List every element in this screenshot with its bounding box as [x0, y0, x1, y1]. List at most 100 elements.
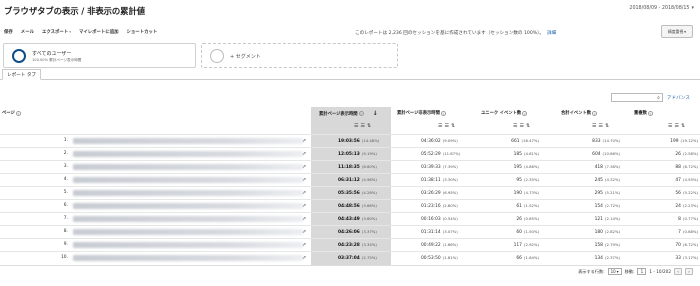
align-center-icon[interactable]: ☰: [360, 123, 364, 129]
align-center-icon[interactable]: ☰: [598, 123, 602, 129]
cell-hidden-time: 01:23:16 (2.80%): [421, 203, 458, 209]
pagination: 表示する行数: 10 ▾ 移動: 1 1 - 10/202 ‹ ›: [578, 268, 693, 275]
shortcut-button[interactable]: ショートカット: [127, 29, 158, 35]
cell-percent: (5.22%): [682, 190, 698, 195]
cell-percent: (2.82%): [604, 229, 620, 234]
col-header-m5[interactable]: 重複数?: [634, 110, 653, 116]
cell-percent: (4.73%): [523, 190, 539, 195]
col-header-page[interactable]: ページ?: [2, 110, 21, 116]
compare-icon[interactable]: ⇅: [451, 123, 455, 129]
page-path-redacted[interactable]: [73, 242, 303, 248]
row-index: 8.: [63, 229, 68, 234]
cell-percent: (9.19%): [361, 151, 377, 156]
add-to-dashboard-button[interactable]: マイレポートに追加: [79, 29, 119, 35]
compare-icon[interactable]: ⇅: [367, 123, 371, 129]
align-left-icon[interactable]: ☰: [354, 123, 358, 129]
compare-icon[interactable]: ⇅: [526, 123, 530, 129]
open-page-icon[interactable]: ⇗: [302, 242, 306, 248]
email-button[interactable]: メール: [21, 29, 34, 35]
open-page-icon[interactable]: ⇗: [302, 216, 306, 222]
page-path-redacted[interactable]: [73, 203, 303, 209]
cell-count: 33 (3.17%): [634, 255, 698, 261]
open-page-icon[interactable]: ⇗: [302, 190, 306, 196]
align-left-icon[interactable]: ☰: [513, 123, 517, 129]
chevron-down-icon: ▾: [69, 30, 71, 34]
table-row[interactable]: 2. ⇗ 12:05:13 (9.19%) 05:52:29 (11.87%) 185 (4.…: [0, 147, 700, 160]
search-input[interactable]: ⌕: [610, 93, 663, 102]
cell-total-events: 158 (2.79%): [561, 242, 620, 248]
table-row[interactable]: 1. ⇗ 19:03:56 (14.48%) 04:36:02 (9.09%) 661 (16…: [0, 134, 700, 147]
align-center-icon[interactable]: ☰: [444, 123, 448, 129]
cell-percent: (1.50%): [523, 229, 539, 234]
table-row[interactable]: 4. ⇗ 06:31:12 (4.96%) 01:38:11 (3.30%) 95 (2.35…: [0, 173, 700, 186]
page-path-redacted[interactable]: [73, 164, 303, 170]
cell-hidden-time: 03:39:33 (7.39%): [421, 164, 458, 170]
open-page-icon[interactable]: ⇗: [302, 138, 306, 144]
cell-percent: (1.81%): [442, 255, 458, 260]
align-left-icon[interactable]: ☰: [592, 123, 596, 129]
save-button[interactable]: 保存: [4, 29, 13, 35]
page-path-redacted[interactable]: [73, 151, 303, 157]
col-header-m2[interactable]: 累計ページ非表示時間?: [397, 110, 446, 116]
help-icon[interactable]: ?: [15, 110, 21, 116]
page-path-redacted[interactable]: [73, 138, 303, 144]
compare-icon[interactable]: ⇅: [681, 123, 685, 129]
advanced-link[interactable]: アドバンス: [667, 95, 690, 101]
compare-icon[interactable]: ⇅: [605, 123, 609, 129]
help-icon[interactable]: ?: [522, 110, 528, 116]
table-row[interactable]: 6. ⇗ 04:48:56 (3.66%) 01:23:16 (2.80%) 61 (1.52…: [0, 199, 700, 212]
align-left-icon[interactable]: ☰: [668, 123, 672, 129]
col-header-m4[interactable]: 合計イベント数?: [561, 110, 598, 116]
page-path-redacted[interactable]: [73, 177, 303, 183]
cell-value: 26: [675, 152, 681, 157]
cell-percent: (7.38%): [604, 164, 620, 169]
cell-count: 8 (0.77%): [634, 216, 698, 222]
col-header-m4-label: 合計イベント数: [561, 111, 592, 116]
add-segment-button[interactable]: + セグメント: [201, 43, 398, 68]
cell-value: 01:38:11: [421, 178, 441, 183]
align-center-icon[interactable]: ☰: [519, 123, 523, 129]
align-center-icon[interactable]: ☰: [674, 123, 678, 129]
cell-total-events: 418 (7.38%): [561, 164, 620, 170]
open-page-icon[interactable]: ⇗: [302, 203, 306, 209]
cell-unique-events: 61 (1.52%): [481, 203, 539, 209]
table-row[interactable]: 5. ⇗ 05:35:56 (4.26%) 03:26:29 (6.95%) 190 (4.7…: [0, 186, 700, 199]
open-page-icon[interactable]: ⇗: [302, 255, 306, 261]
open-page-icon[interactable]: ⇗: [302, 229, 306, 235]
page-path-redacted[interactable]: [73, 216, 303, 222]
cell-value: 88: [675, 165, 681, 170]
open-page-icon[interactable]: ⇗: [302, 151, 306, 157]
sampling-dropdown[interactable]: 精度重視 ▾: [661, 25, 693, 38]
tab-report[interactable]: レポート タブ: [2, 69, 42, 80]
help-icon[interactable]: ?: [358, 111, 364, 116]
col-header-m1[interactable]: 累計ページ表示時間? ↓: [319, 110, 378, 117]
table-row[interactable]: 9. ⇗ 04:23:28 (3.34%) 00:49:22 (1.66%) 117 (2.9…: [0, 238, 700, 251]
col-header-m3[interactable]: ユニーク イベント数?: [481, 110, 528, 116]
search-icon[interactable]: ⌕: [657, 95, 660, 101]
page-path-redacted[interactable]: [73, 190, 303, 196]
table-row[interactable]: 7. ⇗ 04:43:49 (3.60%) 00:16:03 (0.54%) 26 (0.65…: [0, 212, 700, 225]
prev-page-button[interactable]: ‹: [674, 268, 682, 275]
sort-desc-icon[interactable]: ↓: [373, 110, 378, 117]
goto-page-input[interactable]: 1: [637, 268, 647, 275]
email-label: メール: [20, 30, 34, 35]
open-page-icon[interactable]: ⇗: [302, 177, 306, 183]
help-icon[interactable]: ?: [647, 110, 653, 116]
date-range-picker[interactable]: 2018/08/09 - 2018/08/15 ▾: [629, 5, 694, 11]
cell-percent: (2.37%): [604, 255, 620, 260]
rows-per-page-select[interactable]: 10 ▾: [607, 268, 622, 275]
help-icon[interactable]: ?: [440, 110, 446, 116]
segment-all-users[interactable]: すべてのユーザー 100.00% 累計ページ表示時間: [3, 43, 196, 68]
open-page-icon[interactable]: ⇗: [302, 164, 306, 170]
table-row[interactable]: 10. ⇗ 03:37:04 (2.75%) 00:53:50 (1.81%) 66 (1.6…: [0, 251, 700, 264]
align-left-icon[interactable]: ☰: [438, 123, 442, 129]
help-icon[interactable]: ?: [592, 110, 598, 116]
page-path-redacted[interactable]: [73, 255, 303, 261]
table-row[interactable]: 3. ⇗ 11:18:35 (8.60%) 03:39:33 (7.39%) 195 (4.8…: [0, 160, 700, 173]
table-row[interactable]: 8. ⇗ 04:26:06 (3.37%) 01:31:14 (3.07%) 60 (1.50…: [0, 225, 700, 238]
cell-count: 70 (6.72%): [634, 242, 698, 248]
next-page-button[interactable]: ›: [685, 268, 693, 275]
details-link[interactable]: 詳細: [547, 30, 556, 36]
export-button[interactable]: エクスポート ▾: [42, 29, 71, 35]
page-path-redacted[interactable]: [73, 229, 303, 235]
